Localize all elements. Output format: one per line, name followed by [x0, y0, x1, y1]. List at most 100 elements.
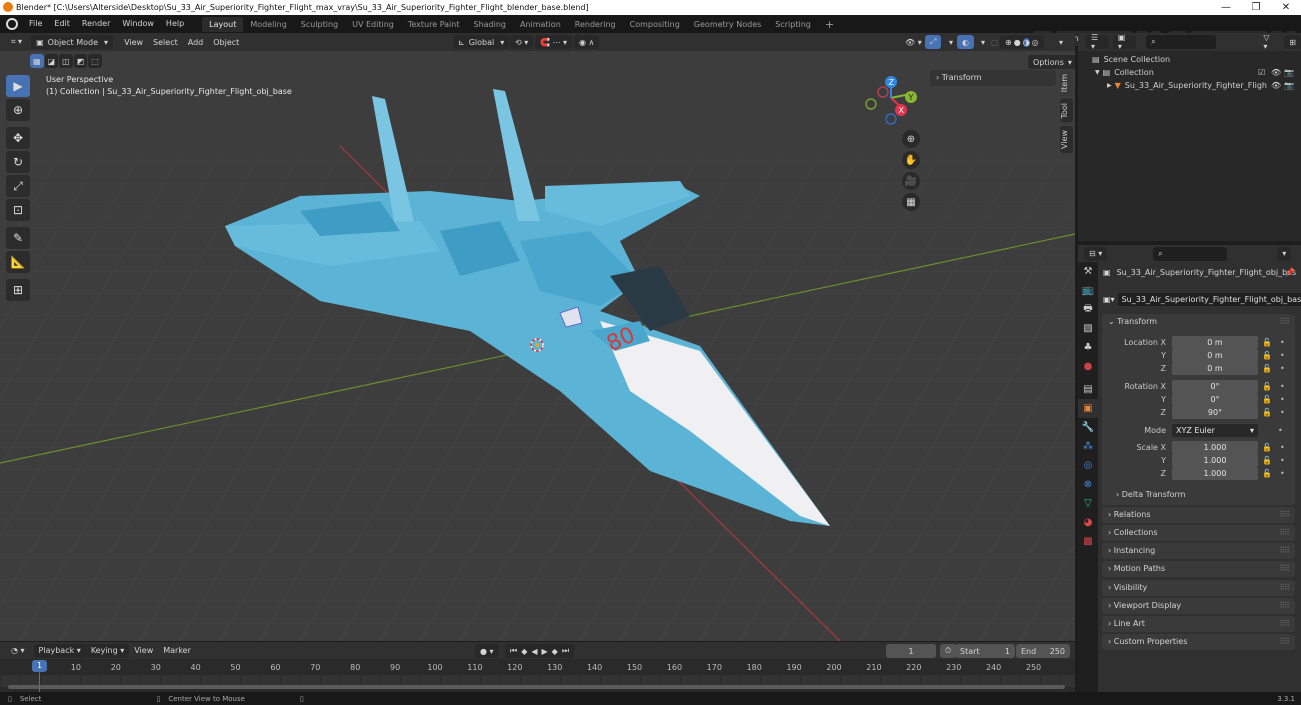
playhead-line[interactable]: [39, 671, 40, 692]
world-props-tab[interactable]: ●: [1078, 357, 1098, 376]
jump-end-icon[interactable]: ⏭: [562, 646, 569, 656]
lock-icon[interactable]: 🔓: [1262, 338, 1272, 347]
collection-props-tab[interactable]: ▤: [1078, 380, 1098, 399]
properties-search-input[interactable]: ⌕: [1153, 246, 1228, 261]
timeline-scrollbar[interactable]: [8, 685, 1065, 689]
properties-options-dropdown[interactable]: ▾: [1277, 246, 1292, 261]
select-invert-icon[interactable]: ◩: [73, 54, 88, 68]
menu-render[interactable]: Render: [76, 15, 116, 33]
gizmo-dropdown[interactable]: ▾: [944, 35, 958, 49]
lock-icon[interactable]: 🔓: [1262, 408, 1272, 417]
line-art-panel[interactable]: › Line Art ⠿⠿: [1102, 616, 1295, 632]
menu-add[interactable]: Add: [183, 35, 209, 49]
tab-scripting[interactable]: Scripting: [768, 17, 818, 32]
tab-geometry-nodes[interactable]: Geometry Nodes: [687, 17, 768, 32]
delta-transform-subpanel[interactable]: › Delta Transform: [1116, 490, 1185, 499]
outliner-row-collection[interactable]: ▼ ▤ Collection ☑ 👁 📷: [1078, 66, 1301, 79]
select-subtract-icon[interactable]: ◫: [59, 54, 73, 68]
transform-tool[interactable]: ⊡: [6, 199, 30, 221]
location-z-field[interactable]: 0 m: [1172, 362, 1258, 375]
tab-texture-paint[interactable]: Texture Paint: [401, 17, 467, 32]
tab-uv-editing[interactable]: UV Editing: [345, 17, 401, 32]
drag-handle-icon[interactable]: ⠿⠿: [1279, 634, 1290, 650]
instancing-panel[interactable]: › Instancing ⠿⠿: [1102, 543, 1295, 559]
options-dropdown[interactable]: Options ▾: [1028, 55, 1075, 69]
tab-sculpting[interactable]: Sculpting: [294, 17, 345, 32]
drag-handle-icon[interactable]: ⠿⠿: [1279, 580, 1290, 596]
keyframe-dot-icon[interactable]: •: [1280, 443, 1285, 452]
output-props-tab[interactable]: 🖶: [1078, 300, 1098, 319]
tab-modeling[interactable]: Modeling: [243, 17, 293, 32]
wireframe-shading-icon[interactable]: ⊕: [1005, 38, 1012, 47]
viewport-display-panel[interactable]: › Viewport Display ⠿⠿: [1102, 598, 1295, 614]
material-props-tab[interactable]: ◕: [1078, 513, 1098, 532]
lock-icon[interactable]: 🔓: [1262, 351, 1272, 360]
tab-view[interactable]: View: [1060, 125, 1073, 153]
location-x-field[interactable]: 0 m: [1172, 336, 1258, 349]
properties-editor-type-icon[interactable]: ⊟ ▾: [1084, 246, 1108, 261]
tab-shading[interactable]: Shading: [466, 17, 513, 32]
orientation-dropdown[interactable]: ⊾ Global ▾: [453, 35, 510, 49]
tab-layout[interactable]: Layout: [202, 17, 244, 32]
gizmo-neg-z[interactable]: [885, 113, 897, 125]
object-props-tab[interactable]: ▣: [1078, 399, 1098, 418]
tab-rendering[interactable]: Rendering: [568, 17, 623, 32]
lock-icon[interactable]: 🔓: [1262, 456, 1272, 465]
rotation-mode-dropdown[interactable]: XYZ Euler ▾: [1172, 424, 1258, 437]
menu-object[interactable]: Object: [208, 35, 244, 49]
lock-icon[interactable]: 🔓: [1262, 364, 1272, 373]
keyframe-dot-icon[interactable]: •: [1280, 382, 1285, 391]
keyframe-dot-icon[interactable]: •: [1280, 456, 1285, 465]
constraints-props-tab[interactable]: ⊗: [1078, 475, 1098, 494]
playback-dropdown[interactable]: Playback ▾: [33, 643, 86, 658]
menu-file[interactable]: File: [23, 15, 48, 33]
measure-tool[interactable]: 📐: [6, 251, 30, 273]
keying-dropdown[interactable]: Keying ▾: [85, 643, 130, 658]
select-box-tool[interactable]: ▶: [6, 75, 30, 97]
select-extend-icon[interactable]: ◪: [44, 54, 59, 68]
lock-icon[interactable]: 🔓: [1262, 395, 1272, 404]
shading-dropdown[interactable]: ▾: [1054, 35, 1068, 49]
pan-hand-icon[interactable]: ✋: [902, 151, 920, 169]
menu-help[interactable]: Help: [160, 15, 190, 33]
scene-props-tab[interactable]: ♣: [1078, 338, 1098, 357]
lock-icon[interactable]: 🔓: [1262, 469, 1272, 478]
render-camera-icon[interactable]: 📷: [1284, 68, 1294, 77]
playhead-frame-label[interactable]: 1: [32, 660, 47, 672]
end-frame-field[interactable]: End 250: [1016, 644, 1070, 658]
drag-handle-icon[interactable]: ⠿⠿: [1279, 561, 1290, 577]
add-workspace-button[interactable]: +: [818, 17, 841, 32]
keyframe-dot-icon[interactable]: •: [1280, 338, 1285, 347]
jump-start-icon[interactable]: ⏮: [510, 646, 517, 656]
physics-props-tab[interactable]: ◎: [1078, 456, 1098, 475]
data-props-tab[interactable]: ▽: [1078, 494, 1098, 513]
outliner-row-object[interactable]: ▶ ▼ Su_33_Air_Superiority_Fighter_Fligh …: [1078, 79, 1301, 92]
editor-type-button[interactable]: ⌗ ▾: [6, 35, 27, 49]
filter-icon[interactable]: ▽ ▾: [1258, 33, 1280, 51]
auto-keying-toggle[interactable]: ● ▾: [475, 644, 499, 658]
render-camera-icon[interactable]: 📷: [1284, 81, 1294, 90]
select-intersect-icon[interactable]: ⬚: [88, 54, 102, 68]
pivot-dropdown[interactable]: ⟲ ▾: [510, 35, 534, 49]
rotation-z-field[interactable]: 90°: [1172, 406, 1258, 419]
scale-y-field[interactable]: 1.000: [1172, 454, 1258, 467]
keyframe-dot-icon[interactable]: •: [1280, 408, 1285, 417]
relations-panel[interactable]: › Relations ⠿⠿: [1102, 507, 1295, 523]
drag-handle-icon[interactable]: ⠿⠿: [1279, 543, 1290, 559]
keyframe-dot-icon[interactable]: •: [1280, 351, 1285, 360]
custom-properties-panel[interactable]: › Custom Properties ⠿⠿: [1102, 634, 1295, 650]
location-y-field[interactable]: 0 m: [1172, 349, 1258, 362]
prev-keyframe-icon[interactable]: ◆: [521, 647, 527, 656]
object-mode-dropdown[interactable]: ▣ Object Mode ▾: [31, 35, 114, 49]
current-frame-field[interactable]: 1: [886, 644, 936, 658]
npanel-transform-header[interactable]: › Transform: [930, 70, 1056, 86]
particles-props-tab[interactable]: ⁂: [1078, 437, 1098, 456]
maximize-button[interactable]: ❐: [1241, 0, 1271, 15]
minimize-button[interactable]: —: [1211, 0, 1241, 15]
gizmo-toggle[interactable]: ⤢: [925, 35, 942, 49]
expand-arrow-icon[interactable]: ▶: [1107, 82, 1112, 89]
tab-tool[interactable]: Tool: [1060, 99, 1073, 123]
material-shading-icon[interactable]: ◑: [1022, 37, 1030, 47]
drag-handle-icon[interactable]: ⠿⠿: [1279, 525, 1290, 541]
timeline-editor-type-icon[interactable]: ◔ ▾: [6, 644, 30, 658]
